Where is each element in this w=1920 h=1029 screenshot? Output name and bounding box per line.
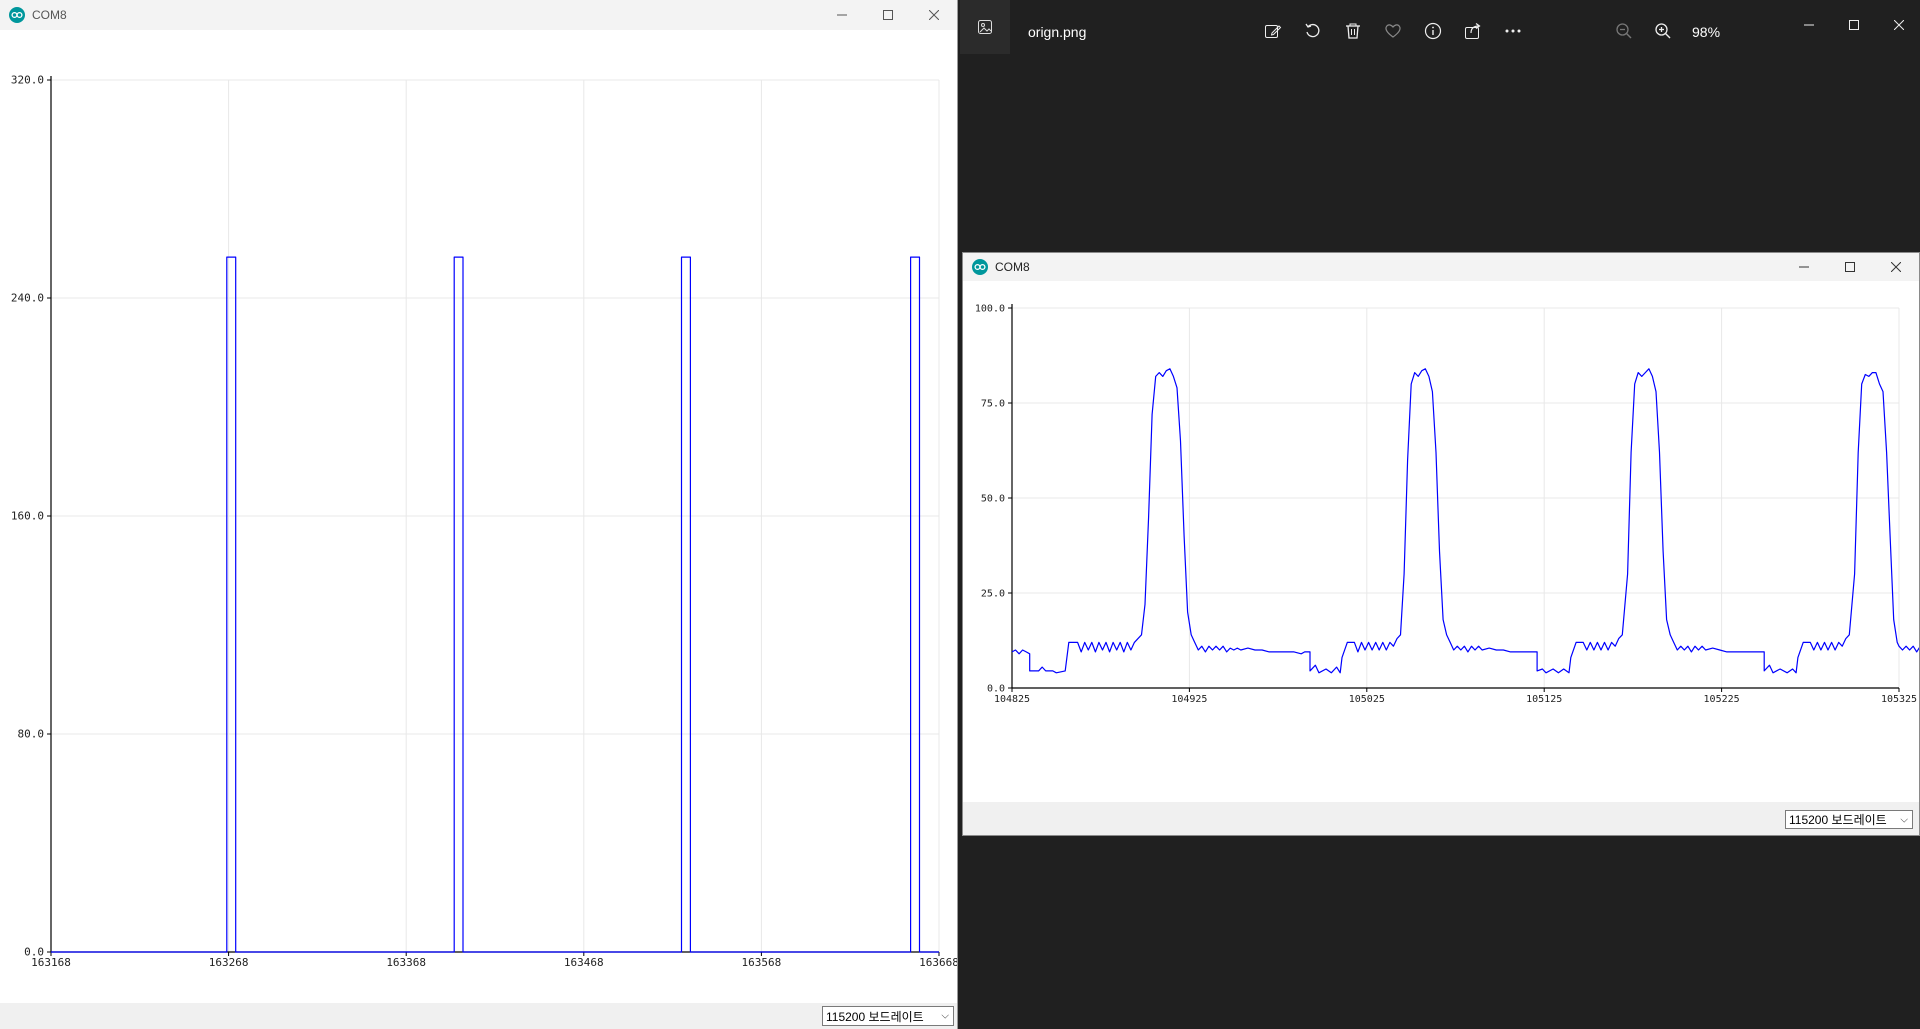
zoom-in-icon[interactable] (1652, 20, 1674, 42)
y-tick-label: 50.0 (981, 494, 1005, 505)
x-tick-label: 104925 (1171, 694, 1207, 705)
baud-rate-value: 115200 보드레이트 (826, 1009, 924, 1024)
plot-chart: 100.0 75.0 50.0 25.0 0.0104825 104925 105025 10… (975, 304, 1920, 705)
file-name: orign.png (1028, 24, 1087, 40)
close-button[interactable] (911, 0, 957, 30)
y-tick-label: 0.0 (987, 684, 1005, 695)
baud-rate-value: 115200 보드레이트 (1789, 813, 1887, 827)
minimize-button[interactable] (819, 0, 865, 30)
x-tick-label: 163668 (919, 956, 957, 969)
y-tick-label: 240.0 (11, 292, 44, 305)
maximize-icon (1827, 253, 1873, 281)
chevron-down-icon: ⌵ (1900, 814, 1908, 825)
baud-rate-select[interactable]: 115200 보드레이트 ⌵ (822, 1006, 954, 1026)
plot-area: 320.0 240.0 160.0 80.0 0.0 163168 163268 163368… (0, 30, 959, 1003)
minimize-icon (1781, 253, 1827, 281)
title-bar[interactable]: COM8 (0, 0, 957, 30)
window-title: COM8 (995, 260, 1030, 274)
x-tick-label: 163368 (386, 956, 426, 969)
x-tick-label: 104825 (994, 694, 1030, 705)
minimize-button[interactable] (1798, 14, 1820, 36)
x-tick-label: 105125 (1526, 694, 1562, 705)
image-tab-icon[interactable] (960, 0, 1010, 54)
signal-trace (1011, 368, 1920, 674)
y-tick-label: 25.0 (981, 589, 1005, 600)
signal-trace (51, 256, 939, 953)
title-bar: COM8 (963, 253, 1919, 281)
zoom-level: 98% (1692, 24, 1721, 40)
baud-rate-select: 115200 보드레이트 ⌵ (1785, 810, 1913, 829)
arduino-icon (9, 7, 25, 23)
maximize-button[interactable] (1843, 14, 1865, 36)
displayed-image-serial-plotter: COM8 100.0 75.0 50.0 25.0 0.0 104825 104925 105… (962, 252, 1920, 836)
x-tick-label: 163268 (209, 956, 249, 969)
x-tick-label: 105225 (1704, 694, 1740, 705)
y-tick-label: 320.0 (11, 74, 44, 87)
serial-plotter-window: COM8 320.0 240.0 160.0 80.0 0.0 163168 163268 1… (0, 0, 959, 1029)
x-tick-label: 105325 (1881, 694, 1917, 705)
plot-area: 100.0 75.0 50.0 25.0 0.0 104825 104925 105025 10… (963, 281, 1920, 802)
maximize-button[interactable] (865, 0, 911, 30)
x-tick-label: 163568 (742, 956, 782, 969)
plot-chart: 320.0240.0160.080.00.0163168 163268 163368… (11, 74, 959, 970)
arduino-icon (972, 259, 988, 275)
delete-icon[interactable] (1342, 20, 1364, 42)
edit-icon[interactable] (1262, 20, 1284, 42)
close-button[interactable] (1888, 14, 1910, 36)
y-tick-label: 75.0 (981, 399, 1005, 410)
y-tick-label: 80.0 (18, 728, 45, 741)
x-tick-label: 163468 (564, 956, 604, 969)
close-icon (1873, 253, 1919, 281)
window-title: COM8 (32, 8, 67, 22)
photos-toolbar: orign.png 98% (960, 0, 1920, 64)
more-icon[interactable] (1502, 20, 1524, 42)
zoom-out-icon[interactable] (1613, 20, 1635, 42)
chevron-down-icon: ⌵ (941, 1010, 949, 1022)
favorite-icon[interactable] (1382, 20, 1404, 42)
rotate-icon[interactable] (1302, 20, 1324, 42)
share-icon[interactable] (1462, 20, 1484, 42)
x-tick-label: 163168 (31, 956, 71, 969)
y-tick-label: 160.0 (11, 510, 44, 523)
x-tick-label: 105025 (1349, 694, 1385, 705)
plotter-footer: 115200 보드레이트 ⌵ (0, 1003, 957, 1029)
y-tick-label: 100.0 (975, 304, 1005, 315)
info-icon[interactable] (1422, 20, 1444, 42)
plotter-footer: 115200 보드레이트 ⌵ (963, 802, 1919, 835)
